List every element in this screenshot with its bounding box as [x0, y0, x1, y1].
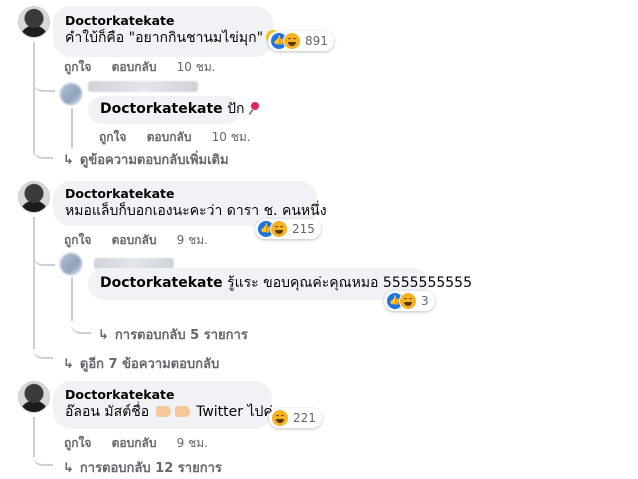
- reply-thread-line: [71, 277, 73, 321]
- reply-arrow-icon: ↳: [63, 153, 74, 168]
- reply-button[interactable]: ตอบกลับ: [112, 233, 157, 247]
- comment-actions: ถูกใจ ตอบกลับ 9 ชม.: [64, 434, 224, 453]
- comment-time[interactable]: 10 ชม.: [177, 60, 216, 74]
- comment-bubble: Doctorkatekate อ๊ลอน มัสต์ชื่อ Twitter ไ…: [53, 381, 281, 429]
- like-button[interactable]: ถูกใจ: [99, 130, 126, 144]
- comment-text: คำใบ้ก็คือ "อยากกินชานมไข่มุก": [65, 29, 281, 48]
- view-replies-link[interactable]: ↳ การตอบกลับ 12 รายการ: [63, 457, 222, 478]
- reply-connector: [33, 143, 53, 159]
- comment-bubble: Doctorkatekate คำใบ้ก็คือ "อยากกินชานมไข…: [53, 6, 281, 57]
- comment-actions: ถูกใจ ตอบกลับ 10 ชม.: [64, 58, 232, 77]
- redacted-name: [88, 81, 198, 92]
- pointing-hand-emoji-icon: [174, 406, 190, 417]
- reaction-count: 891: [305, 34, 328, 48]
- reply-arrow-icon: ↳: [63, 357, 74, 372]
- comment-author[interactable]: Doctorkatekate: [65, 186, 305, 202]
- comment-time[interactable]: 9 ชม.: [177, 233, 208, 247]
- pushpin-emoji-icon: [248, 102, 260, 114]
- like-button[interactable]: ถูกใจ: [64, 233, 91, 247]
- reply-thread-line: [71, 108, 73, 148]
- reaction-count: 221: [293, 411, 316, 425]
- reply-avatar[interactable]: [60, 83, 82, 105]
- view-more-replies-link[interactable]: ↳ ดูอีก 7 ข้อความตอบกลับ: [63, 353, 219, 374]
- reply-bubble: Doctorkatekate ปัก: [88, 96, 260, 124]
- haha-reaction-icon: [270, 220, 288, 238]
- reply-connector: [33, 345, 53, 359]
- comment-author[interactable]: Doctorkatekate: [65, 387, 260, 403]
- reaction-summary[interactable]: 221: [269, 408, 322, 428]
- thread-line: [33, 417, 35, 457]
- reply-time[interactable]: 10 ชม.: [212, 130, 251, 144]
- reply-button[interactable]: ตอบกลับ: [147, 130, 192, 144]
- thread-line: [33, 217, 35, 349]
- reaction-count: 215: [292, 222, 315, 236]
- haha-reaction-icon: [271, 409, 289, 427]
- like-button[interactable]: ถูกใจ: [64, 60, 91, 74]
- like-button[interactable]: ถูกใจ: [64, 436, 91, 450]
- haha-reaction-icon: [283, 32, 301, 50]
- reply-connector: [33, 250, 55, 266]
- reply-actions: ถูกใจ ตอบกลับ 10 ชม.: [99, 128, 267, 147]
- haha-reaction-icon: [399, 292, 417, 310]
- commenter-avatar[interactable]: [18, 6, 50, 38]
- reaction-summary[interactable]: 👍 891: [268, 31, 334, 51]
- view-more-replies-link[interactable]: ↳ ดูข้อความตอบกลับเพิ่มเติม: [63, 149, 229, 170]
- reply-avatar[interactable]: [60, 253, 82, 275]
- reaction-summary[interactable]: 👍 3: [384, 291, 435, 311]
- reply-connector: [33, 68, 55, 92]
- reply-text: Doctorkatekate รู้แระ ขอบคุณค่ะคุณหมอ 55…: [100, 275, 472, 291]
- mentioned-user[interactable]: Doctorkatekate: [100, 101, 223, 117]
- reply-arrow-icon: ↳: [98, 328, 109, 343]
- comment-actions: ถูกใจ ตอบกลับ 9 ชม.: [64, 231, 224, 250]
- comment-time[interactable]: 9 ชม.: [177, 436, 208, 450]
- comment-text: อ๊ลอน มัสต์ชื่อ Twitter ไปค่ะ: [65, 404, 281, 420]
- reply-button[interactable]: ตอบกลับ: [112, 60, 157, 74]
- reply-connector: [33, 452, 53, 466]
- mentioned-user[interactable]: Doctorkatekate: [100, 275, 223, 291]
- reply-button[interactable]: ตอบกลับ: [112, 436, 157, 450]
- commenter-avatar[interactable]: [18, 181, 50, 213]
- pointing-hand-emoji-icon: [155, 406, 171, 417]
- comment-author[interactable]: Doctorkatekate: [65, 13, 261, 29]
- reply-arrow-icon: ↳: [63, 461, 74, 476]
- thread-line: [33, 42, 35, 154]
- commenter-avatar[interactable]: [18, 381, 50, 413]
- reply-connector: [71, 318, 91, 334]
- reaction-summary[interactable]: 👍 215: [255, 219, 321, 239]
- reply-text: Doctorkatekate ปัก: [100, 100, 260, 119]
- reply-bubble: Doctorkatekate รู้แระ ขอบคุณค่ะคุณหมอ 55…: [88, 268, 472, 300]
- nested-replies-link[interactable]: ↳ การตอบกลับ 5 รายการ: [98, 324, 248, 345]
- reaction-count: 3: [421, 294, 429, 308]
